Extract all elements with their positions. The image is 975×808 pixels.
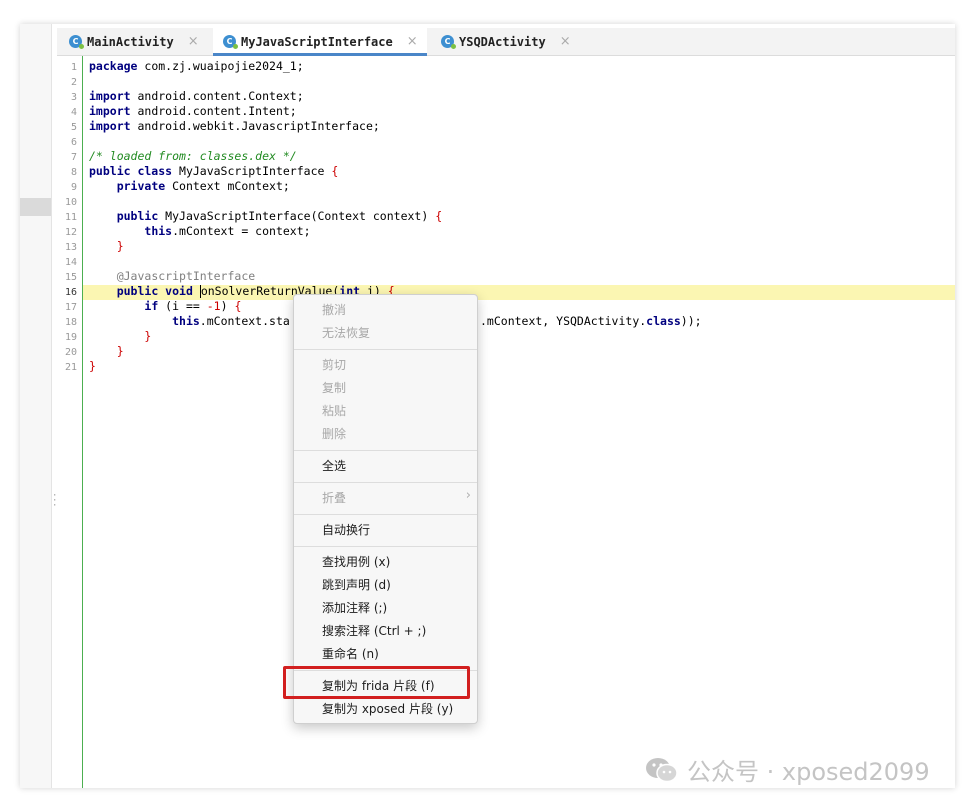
menu-item-copy[interactable]: 复制 xyxy=(322,378,346,398)
line-number: 16 xyxy=(64,287,77,298)
menu-item-fold[interactable]: 折叠 xyxy=(322,488,346,508)
line-number: 17 xyxy=(64,302,77,313)
code-line-19: } xyxy=(144,329,152,343)
line-number: 1 xyxy=(70,62,77,73)
line-number: 14 xyxy=(64,257,77,268)
line-number: 18 xyxy=(64,317,77,328)
context-menu: 撤消 无法恢复 剪切 复制 粘贴 删除 全选 折叠 › 自动换行 查找用例 (x… xyxy=(293,294,478,724)
line-number: 5 xyxy=(70,122,77,133)
code-line-7: /* loaded from: classes.dex */ xyxy=(89,149,297,163)
line-number: 19 xyxy=(64,332,77,343)
close-icon[interactable]: × xyxy=(188,34,199,49)
code-line-13: } xyxy=(116,239,124,253)
menu-item-rename[interactable]: 重命名 (n) xyxy=(322,644,379,664)
close-icon[interactable]: × xyxy=(560,34,571,49)
menu-item-undo[interactable]: 撤消 xyxy=(322,300,346,320)
side-panel-marker xyxy=(20,198,51,216)
tab-bar: C MainActivity × C MyJavaScriptInterface… xyxy=(57,28,955,56)
line-number: 10 xyxy=(64,197,77,208)
tab-label: MyJavaScriptInterface xyxy=(241,34,393,49)
line-number-gutter: 1 2 3 4 5 6 7 8 9 10 11 12 13 14 15 16 17 18 19 20 21 xyxy=(57,56,83,788)
chevron-right-icon: › xyxy=(465,488,471,503)
code-editor[interactable]: package com.zj.wuaipojie2024_1; import a… xyxy=(89,59,702,373)
line-number: 6 xyxy=(70,137,77,148)
line-number: 12 xyxy=(64,227,77,238)
menu-separator xyxy=(294,450,477,451)
menu-item-goto-declaration[interactable]: 跳到声明 (d) xyxy=(322,575,391,595)
code-line-17: if (i == -1) { xyxy=(144,299,242,313)
code-line-20: } xyxy=(116,344,124,358)
line-number: 9 xyxy=(70,182,77,193)
menu-separator xyxy=(294,349,477,350)
menu-item-redo[interactable]: 无法恢复 xyxy=(322,323,370,343)
line-number: 15 xyxy=(64,272,77,283)
menu-item-paste[interactable]: 粘贴 xyxy=(322,401,346,421)
line-number: 2 xyxy=(70,77,77,88)
class-icon: C xyxy=(223,35,238,49)
tab-mainactivity[interactable]: C MainActivity × xyxy=(69,28,211,55)
menu-item-cut[interactable]: 剪切 xyxy=(322,355,346,375)
tab-myjavascriptinterface[interactable]: C MyJavaScriptInterface × xyxy=(213,28,427,56)
code-line-4: import android.content.Intent; xyxy=(89,104,297,118)
class-icon: C xyxy=(441,35,456,49)
highlight-box xyxy=(283,666,470,699)
code-line-11: public MyJavaScriptInterface(Context con… xyxy=(116,209,443,223)
splitter-handle[interactable]: · · · xyxy=(52,492,57,511)
line-number: 20 xyxy=(64,347,77,358)
line-number: 7 xyxy=(70,152,77,163)
menu-separator xyxy=(294,514,477,515)
watermark: 公众号 · xposed2099 xyxy=(645,752,930,787)
code-line-18-tail: .mContext, YSQDActivity.class)); xyxy=(480,314,702,328)
code-line-3: import android.content.Context; xyxy=(89,89,304,103)
code-line-12: this.mContext = context; xyxy=(144,224,311,238)
left-side-panel xyxy=(20,24,52,788)
code-line-15: @JavascriptInterface xyxy=(116,269,256,283)
menu-separator xyxy=(294,482,477,483)
wechat-icon xyxy=(645,756,679,784)
line-number: 3 xyxy=(70,92,77,103)
close-icon[interactable]: × xyxy=(407,34,418,49)
tab-label: MainActivity xyxy=(87,34,174,49)
menu-item-search-comment[interactable]: 搜索注释 (Ctrl + ;) xyxy=(322,621,426,641)
line-number: 21 xyxy=(64,362,77,373)
menu-item-copy-as-xposed[interactable]: 复制为 xposed 片段 (y) xyxy=(322,699,453,719)
code-line-5: import android.webkit.JavascriptInterfac… xyxy=(89,119,380,133)
menu-item-select-all[interactable]: 全选 xyxy=(322,456,346,476)
line-number: 13 xyxy=(64,242,77,253)
tab-ysqdactivity[interactable]: C YSQDActivity × xyxy=(441,28,581,55)
code-line-9: private Context mContext; xyxy=(116,179,290,193)
code-line-18: this.mContext.sta xyxy=(172,314,290,328)
watermark-text: 公众号 · xposed2099 xyxy=(687,758,930,786)
class-icon: C xyxy=(69,35,84,49)
code-line-21: } xyxy=(89,359,96,373)
menu-separator xyxy=(294,546,477,547)
tab-label: YSQDActivity xyxy=(459,34,546,49)
line-number: 11 xyxy=(64,212,77,223)
line-number: 4 xyxy=(70,107,77,118)
menu-item-find-usages[interactable]: 查找用例 (x) xyxy=(322,552,390,572)
editor-window xyxy=(20,24,955,788)
code-line-8: public class MyJavaScriptInterface { xyxy=(89,164,339,178)
menu-item-delete[interactable]: 删除 xyxy=(322,424,346,444)
menu-item-word-wrap[interactable]: 自动换行 xyxy=(322,520,370,540)
line-number: 8 xyxy=(70,167,77,178)
code-line-1: package com.zj.wuaipojie2024_1; xyxy=(89,59,304,73)
menu-item-add-comment[interactable]: 添加注释 (;) xyxy=(322,598,387,618)
